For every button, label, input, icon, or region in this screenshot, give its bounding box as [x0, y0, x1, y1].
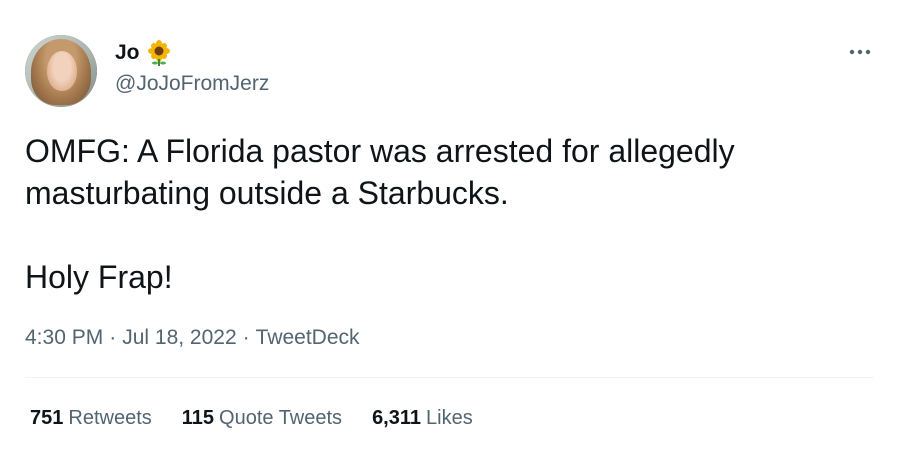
author-display-name[interactable]: Jo	[115, 40, 140, 66]
meta-separator: ·	[242, 326, 250, 349]
tweet-text: OMFG: A Florida pastor was arrested for …	[25, 130, 865, 298]
retweets-count: 751	[30, 407, 64, 429]
author-handle[interactable]: @JoJoFromJerz	[115, 71, 269, 97]
quote-tweets-stat[interactable]: 115 Quote Tweets	[182, 404, 342, 432]
meta-separator: ·	[109, 326, 117, 349]
avatar-face	[47, 51, 77, 91]
more-options-icon[interactable]	[846, 42, 874, 62]
quote-tweets-count: 115	[181, 407, 215, 429]
tweet-text-line: masturbating outside a Starbucks.	[25, 175, 509, 211]
retweets-label: Retweets	[68, 407, 152, 429]
avatar[interactable]	[25, 35, 97, 107]
tweet-date[interactable]: Jul 18, 2022	[122, 326, 236, 349]
tweet-stats: 751 Retweets 115 Quote Tweets 6,311 Likes	[30, 404, 473, 432]
sunflower-icon	[146, 40, 172, 66]
likes-label: Likes	[426, 407, 473, 429]
author-name-row[interactable]: Jo	[115, 40, 172, 66]
tweet-time[interactable]: 4:30 PM	[25, 326, 103, 349]
likes-count: 6,311	[372, 407, 422, 429]
retweets-stat[interactable]: 751 Retweets	[30, 404, 152, 432]
divider	[25, 377, 874, 378]
tweet-text-line: OMFG: A Florida pastor was arrested for …	[25, 133, 735, 169]
tweet-text-line: Holy Frap!	[25, 259, 173, 295]
tweet-card: Jo @JoJoFromJerz OMFG: A Florida pastor …	[0, 0, 900, 453]
likes-stat[interactable]: 6,311 Likes	[372, 404, 473, 432]
tweet-metadata: 4:30 PM · Jul 18, 2022 · TweetDeck	[25, 324, 360, 352]
quote-tweets-label: Quote Tweets	[219, 407, 343, 429]
tweet-source[interactable]: TweetDeck	[256, 326, 360, 349]
